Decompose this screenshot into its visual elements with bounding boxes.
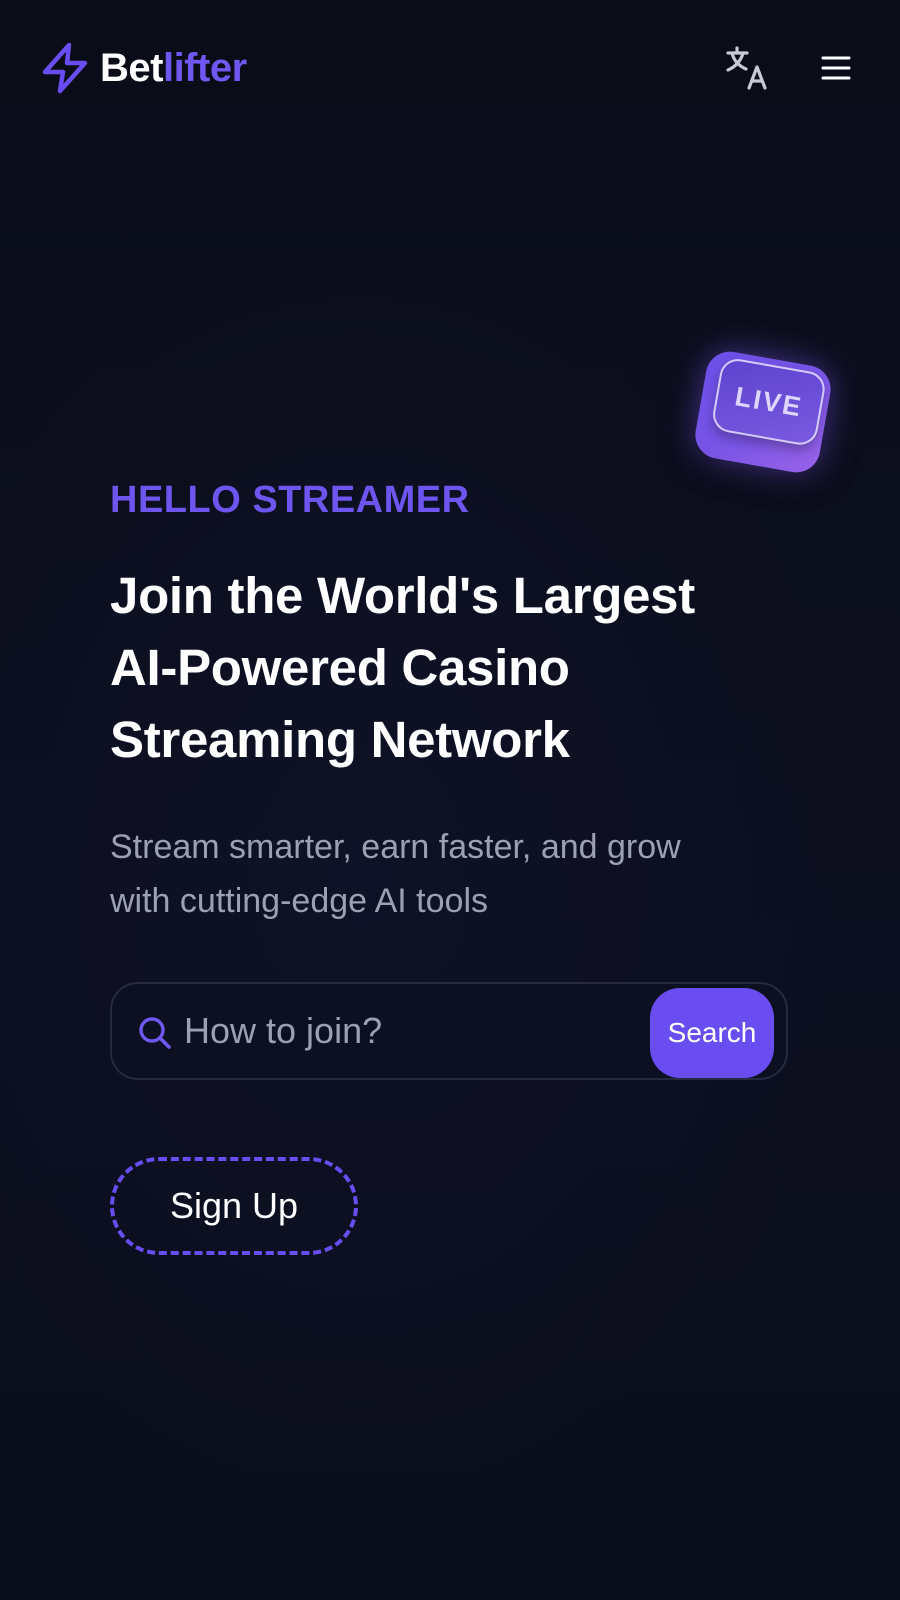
menu-button[interactable]: [816, 48, 856, 88]
top-nav: Betlifter: [0, 0, 900, 136]
brand-name-part1: Bet: [100, 46, 163, 90]
brand-name-part2: lifter: [162, 46, 247, 90]
hamburger-menu-icon: [821, 56, 851, 80]
live-badge-inner: LIVE: [710, 356, 828, 448]
hero-subtitle-line-1: Stream smarter, earn faster, and grow: [110, 828, 681, 866]
hero-subtitle-line-2: with cutting-edge AI tools: [110, 882, 489, 920]
search-button[interactable]: Search: [650, 988, 774, 1078]
brand-logo[interactable]: Betlifter: [40, 42, 247, 94]
search-icon: [139, 1017, 171, 1049]
search-input[interactable]: [184, 1000, 624, 1062]
live-badge-label: LIVE: [732, 380, 806, 423]
translate-icon: [726, 46, 767, 90]
language-button[interactable]: [724, 44, 772, 92]
live-badge: LIVE: [691, 347, 835, 477]
sign-up-button[interactable]: Sign Up: [110, 1157, 358, 1255]
hero-headline-line-2: AI-Powered Casino: [110, 639, 570, 696]
lightning-bolt-icon: [42, 42, 88, 94]
brand-name: Betlifter: [100, 42, 247, 94]
hero-headline-line-3: Streaming Network: [110, 711, 570, 768]
hero-headline-line-1: Join the World's Largest: [110, 567, 695, 624]
hero-eyebrow: HELLO STREAMER: [110, 479, 470, 521]
hero-subtitle: Stream smarter, earn faster, and grow wi…: [110, 820, 790, 928]
hero-headline: Join the World's Largest AI-Powered Casi…: [110, 560, 830, 776]
search-bar: Search: [110, 982, 788, 1080]
